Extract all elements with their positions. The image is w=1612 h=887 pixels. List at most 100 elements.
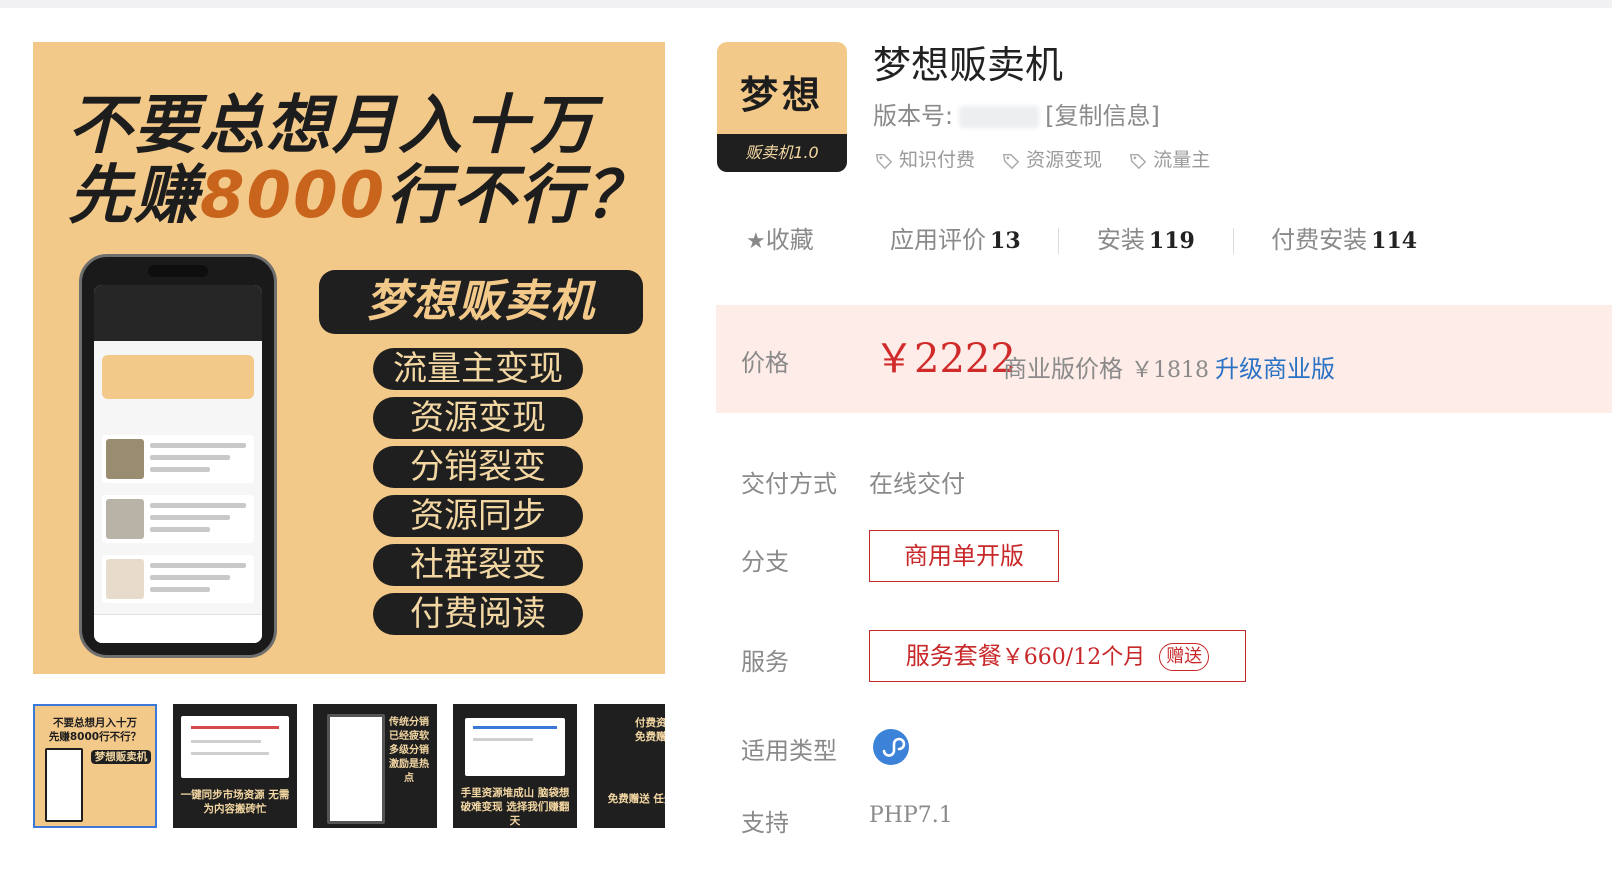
install-stat: 安装 119 — [1097, 222, 1195, 259]
thumb-caption: 免费赠送 任务+流量 — [607, 793, 665, 805]
feature-pill: 分销裂变 — [373, 446, 583, 488]
tag-label: 资源变现 — [1026, 149, 1103, 171]
phone-list-line — [150, 455, 230, 460]
paid-install-count: 114 — [1371, 228, 1418, 254]
phone-app-header — [94, 285, 262, 341]
tag-label: 流量主 — [1153, 149, 1211, 171]
feature-pill: 资源变现 — [373, 397, 583, 439]
delivery-label: 交付方式 — [741, 470, 837, 498]
phone-promo-card — [102, 355, 254, 399]
favorite-label: 收藏 — [765, 226, 814, 254]
thumb-caption: 传统分销已经疲软 多级分销激励是热点 — [389, 717, 429, 784]
divider — [851, 228, 852, 254]
version-value-blurred — [959, 106, 1040, 128]
promo-headline-line2: 先赚8000行不行？ — [68, 160, 650, 232]
star-icon: ★ — [746, 229, 766, 254]
feature-pill: 付费阅读 — [373, 593, 583, 635]
tag-list: 知识付费 资源变现 流量主 — [875, 145, 1232, 175]
phone-tab-bar — [94, 614, 262, 643]
thumb-text: 不要总想月入十万 — [53, 717, 137, 729]
type-label: 适用类型 — [741, 737, 837, 765]
phone-list-thumb — [106, 499, 144, 539]
product-banner: 梦想贩卖机 — [319, 270, 643, 334]
phone-screen — [94, 285, 262, 643]
tag-item[interactable]: 资源变现 — [1002, 145, 1102, 175]
thumbnail-strip: 不要总想月入十万 先赚8000行不行？ 梦想贩卖机 一键同步市场资源 无需为内容… — [33, 704, 665, 828]
thumb-phone — [45, 748, 83, 822]
service-option-button[interactable]: 服务套餐￥660/12个月 赠送 — [869, 630, 1246, 682]
commercial-price-value: ￥1818 — [1131, 358, 1209, 383]
thumb-caption: 一键同步市场资源 无需为内容搬砖忙 — [180, 789, 290, 815]
price-value: ￥2222 — [874, 336, 1016, 382]
thumbnail-1[interactable]: 不要总想月入十万 先赚8000行不行？ 梦想贩卖机 — [33, 704, 157, 828]
rating-stat[interactable]: 应用评价 13 — [890, 222, 1021, 259]
phone-notch — [148, 265, 208, 277]
thumbnail-2[interactable]: 一键同步市场资源 无需为内容搬砖忙 — [173, 704, 297, 828]
service-option-price: ￥660/12个月 — [1001, 645, 1146, 670]
thumbnail-5[interactable]: 付费资源 免费赠送 免费赠送 任务+流量 — [594, 704, 665, 828]
thumb-caption: 手里资源堆成山 脑袋想破难变现 选择我们赚翻天 — [460, 787, 570, 827]
phone-list-item — [102, 495, 254, 543]
phone-list-line — [150, 443, 246, 448]
feature-pill: 资源同步 — [373, 495, 583, 537]
price-label: 价格 — [741, 349, 789, 377]
copy-info-link[interactable]: [复制信息] — [1045, 102, 1160, 130]
tag-icon — [1130, 153, 1147, 169]
branch-option-button[interactable]: 商用单开版 — [869, 530, 1059, 582]
service-option-name: 服务套餐 — [905, 642, 1002, 670]
tag-icon — [1003, 153, 1020, 169]
thumbnail-3[interactable]: 传统分销已经疲软 多级分销激励是热点 — [313, 704, 437, 828]
main-product-image[interactable]: 不要总想月入十万 先赚8000行不行？ 梦想贩卖机 流量主变现 资源变现 分销裂… — [33, 42, 665, 674]
thumbnail-4[interactable]: 手里资源堆成山 脑袋想破难变现 选择我们赚翻天 — [453, 704, 577, 828]
thumb-text: 免费赠送 — [635, 731, 665, 743]
phone-list-line — [150, 563, 246, 568]
stats-bar: ★收藏 应用评价 13 安装 119 付费安装 114 — [746, 222, 1417, 258]
thumb-text: 先赚8000行不行？ — [48, 731, 142, 743]
mini-program-glyph — [882, 737, 906, 757]
divider — [1058, 228, 1060, 254]
phone-list-item — [102, 435, 254, 483]
thumb-screen-bar — [191, 752, 269, 755]
thumb-text: 付费资源 — [635, 717, 665, 729]
top-bar — [0, 0, 1612, 8]
support-value: PHP7.1 — [869, 803, 953, 828]
phone-list-line — [150, 515, 230, 520]
phone-list-line — [150, 575, 230, 580]
phone-list-item — [102, 555, 254, 603]
commercial-price-label: 商业版价格 — [1003, 355, 1123, 383]
version-label: 版本号: — [873, 102, 954, 130]
favorite-button[interactable]: ★收藏 — [746, 222, 814, 260]
install-label: 安装 — [1096, 226, 1145, 254]
service-label: 服务 — [741, 648, 789, 676]
tag-icon — [875, 153, 893, 169]
divider — [1232, 228, 1234, 254]
paid-install-stat: 付费安装 114 — [1271, 222, 1417, 259]
phone-list-line — [150, 587, 210, 592]
upgrade-commercial-link[interactable]: 升级商业版 — [1215, 355, 1335, 383]
feature-pill: 社群裂变 — [373, 544, 583, 586]
promo-headline-line1: 不要总想月入十万 — [68, 89, 596, 163]
gift-badge: 赠送 — [1159, 643, 1210, 671]
branch-label: 分支 — [741, 548, 789, 576]
phone-mockup — [79, 254, 277, 658]
support-label: 支持 — [741, 809, 789, 837]
app-icon: 梦想 贩卖机1.0 — [717, 42, 847, 172]
tag-item[interactable]: 知识付费 — [875, 145, 975, 175]
thumb-screen-bar — [473, 726, 557, 729]
app-icon-text: 梦想 — [739, 73, 824, 117]
phone-list-thumb — [106, 439, 144, 479]
rating-label: 应用评价 — [890, 226, 987, 254]
version-row: 版本号: [复制信息] — [873, 100, 1160, 132]
app-title: 梦想贩卖机 — [873, 43, 1064, 87]
feature-pill: 流量主变现 — [373, 348, 583, 390]
thumb-screen — [465, 718, 565, 776]
thumb-screen — [181, 716, 289, 778]
phone-list-thumb — [106, 559, 144, 599]
thumb-screen-bar — [473, 738, 533, 741]
tag-item[interactable]: 流量主 — [1129, 145, 1210, 175]
headline-suffix: 行不行？ — [386, 159, 651, 233]
commercial-price: 商业版价格 ￥1818 升级商业版 — [1003, 349, 1335, 384]
thumb-text: 梦想贩卖机 — [91, 750, 151, 764]
mini-program-icon — [873, 729, 909, 765]
delivery-value: 在线交付 — [869, 470, 965, 498]
